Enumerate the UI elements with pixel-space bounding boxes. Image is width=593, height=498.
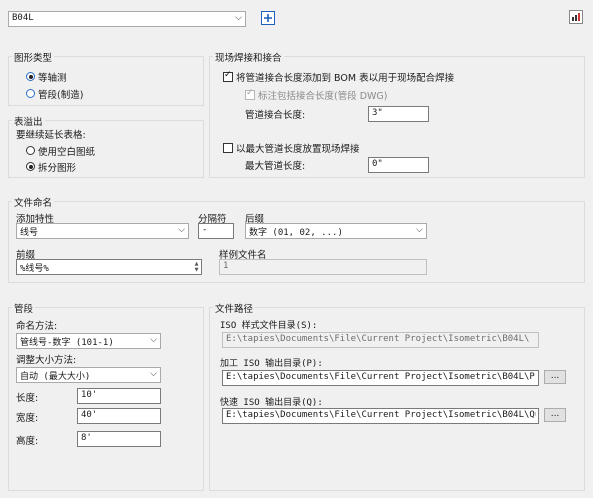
max-length-label: 最大管道长度:	[245, 161, 306, 172]
overflow-prompt: 要继续延长表格:	[16, 130, 86, 141]
radio-isometric-label: 等轴测	[38, 73, 67, 84]
length-input[interactable]: 10'	[77, 388, 161, 404]
naming-method-label: 命名方法:	[16, 321, 58, 332]
add-property-combo[interactable]: 线号 ⌵	[16, 223, 189, 239]
max-length-value: 0"	[372, 159, 383, 169]
project-combo[interactable]: B04L ⌵	[8, 11, 246, 27]
plus-icon[interactable]	[261, 11, 275, 25]
radio-spool-label: 管段(制造)	[38, 90, 84, 101]
file-naming-title: 文件命名	[12, 195, 55, 209]
height-input[interactable]: 8'	[77, 431, 161, 447]
resize-method-label: 调整大小方法:	[16, 355, 77, 366]
prod-browse-button[interactable]: ...	[544, 370, 566, 384]
chevron-down-icon: ⌵	[235, 13, 242, 23]
tag-include-label: 标注包括接合长度(管段 DWG)	[258, 91, 388, 102]
sample-input: 1	[219, 259, 427, 275]
project-combo-value: B04L	[12, 13, 34, 23]
add-property-value: 线号	[20, 228, 39, 238]
suffix-combo[interactable]: 数字 (01, 02, ...) ⌵	[245, 223, 427, 239]
max-length-checkbox-label: 以最大管道长度放置现场焊接	[236, 144, 360, 155]
max-length-input[interactable]: 0"	[368, 157, 429, 173]
iso-style-input: E:\tapies\Documents\File\Current Project…	[222, 332, 539, 348]
joint-length-label: 管道接合长度:	[245, 110, 306, 121]
joint-length-value: 3"	[372, 108, 383, 118]
separator-value: -	[202, 225, 208, 235]
tag-include-checkbox[interactable]	[245, 88, 255, 100]
height-value: 8'	[81, 433, 92, 443]
max-length-checkbox[interactable]	[223, 143, 233, 153]
prefix-input[interactable]: %线号% ▲ ▼	[16, 259, 202, 275]
chevron-down-icon: ⌵	[150, 369, 157, 379]
chevron-down-icon: ⌵	[150, 335, 157, 345]
quick-value: E:\tapies\Documents\File\Current Project…	[226, 410, 536, 420]
quick-label: 快速 ISO 输出目录(Q):	[220, 398, 323, 408]
width-label: 宽度:	[16, 413, 39, 424]
chevron-down-icon: ⌵	[416, 225, 423, 235]
iso-style-value: E:\tapies\Documents\File\Current Project…	[226, 334, 530, 344]
prod-value: E:\tapies\Documents\File\Current Project…	[226, 372, 536, 382]
quick-input[interactable]: E:\tapies\Documents\File\Current Project…	[222, 408, 539, 424]
add-to-bom-label: 将管道接合长度添加到 BOM 表以用于现场配合焊接	[236, 73, 455, 84]
naming-method-combo[interactable]: 管线号-数字 (101-1) ⌵	[16, 333, 161, 349]
pipe-segment-title: 管段	[12, 301, 36, 315]
prefix-value: %线号%	[20, 264, 49, 274]
radio-blank-sheet-label: 使用空白图纸	[38, 147, 96, 158]
radio-spool[interactable]	[26, 89, 35, 98]
naming-method-value: 管线号-数字 (101-1)	[20, 338, 114, 348]
overflow-title: 表溢出	[12, 114, 45, 128]
field-weld-title: 现场焊接和接合	[213, 50, 284, 64]
file-path-title: 文件路径	[213, 301, 256, 315]
radio-split-drawing-label: 拆分图形	[38, 163, 77, 174]
radio-blank-sheet[interactable]	[26, 146, 35, 155]
iso-style-label: ISO 样式文件目录(S):	[220, 321, 318, 331]
radio-split-drawing[interactable]	[26, 162, 35, 171]
resize-method-combo[interactable]: 自动 (最大大小) ⌵	[16, 367, 161, 383]
height-label: 高度:	[16, 436, 39, 447]
sample-value: 1	[223, 261, 229, 271]
resize-method-value: 自动 (最大大小)	[20, 372, 91, 382]
chevron-down-icon: ⌵	[178, 225, 185, 235]
joint-length-input[interactable]: 3"	[368, 106, 429, 122]
add-to-bom-checkbox[interactable]	[223, 70, 233, 82]
length-value: 10'	[81, 390, 98, 400]
settings-icon[interactable]	[569, 10, 583, 24]
spin-icon[interactable]: ▲ ▼	[193, 261, 200, 273]
width-input[interactable]: 40'	[77, 408, 161, 424]
prod-label: 加工 ISO 输出目录(P):	[220, 359, 323, 369]
separator-input[interactable]: -	[198, 223, 234, 239]
width-value: 40'	[81, 410, 98, 420]
length-label: 长度:	[16, 393, 39, 404]
graphics-type-title: 图形类型	[12, 50, 55, 64]
radio-isometric[interactable]	[26, 72, 35, 81]
quick-browse-button[interactable]: ...	[544, 408, 566, 422]
prod-input[interactable]: E:\tapies\Documents\File\Current Project…	[222, 370, 539, 386]
suffix-value: 数字 (01, 02, ...)	[249, 228, 343, 238]
